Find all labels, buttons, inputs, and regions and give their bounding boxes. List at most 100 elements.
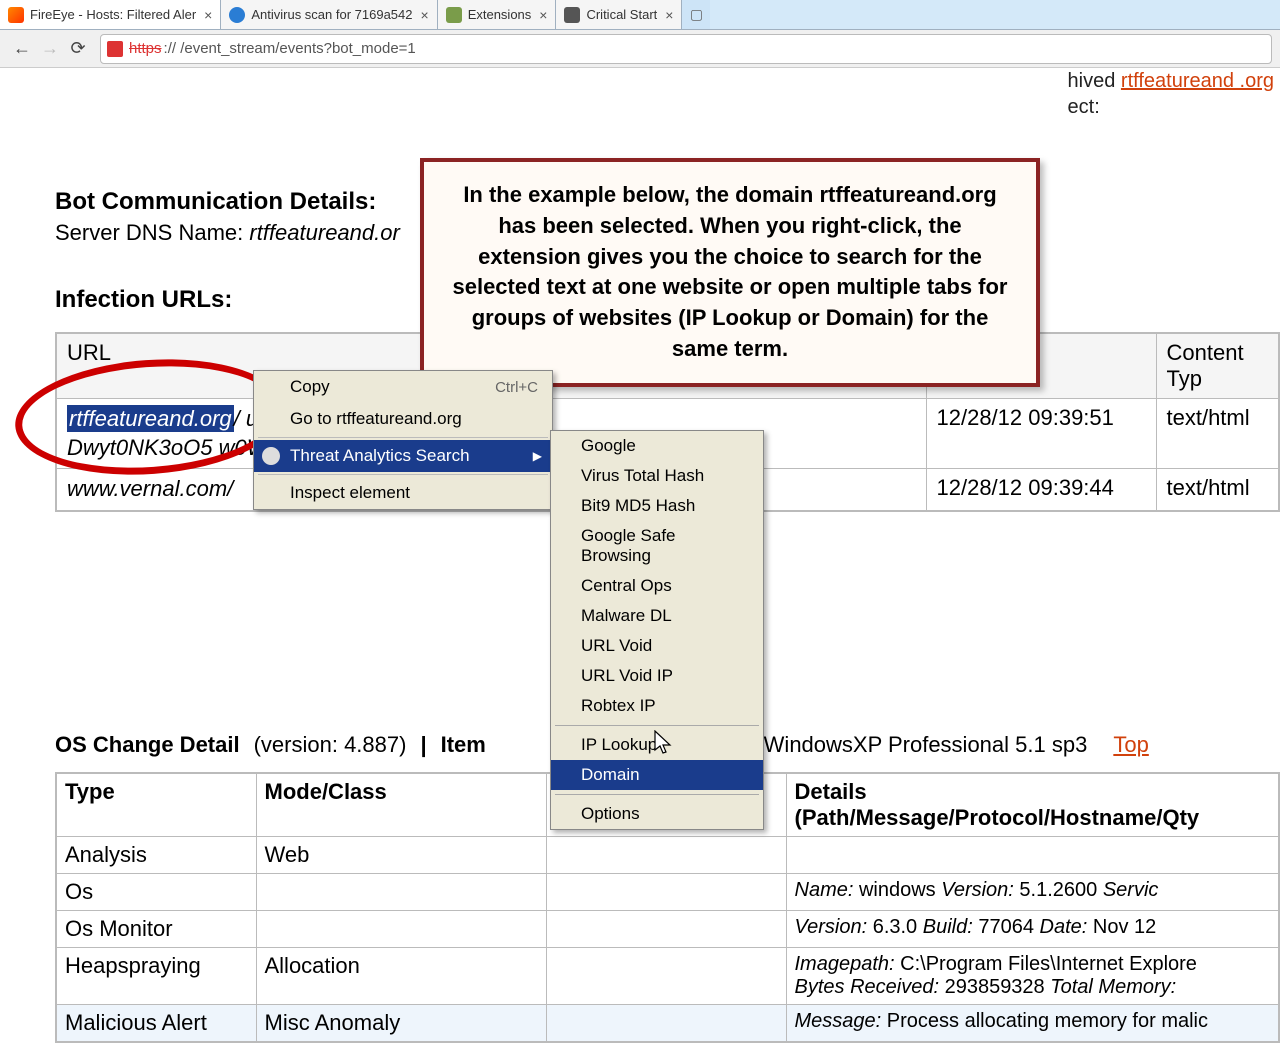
os-change-title: OS Change Detail	[55, 732, 240, 758]
favicon-fireeye	[8, 7, 24, 23]
top-link[interactable]: Top	[1113, 732, 1148, 758]
details-cell: Name: windows Version: 5.1.2600 Servic	[786, 873, 1279, 910]
sub-iplookup[interactable]: IP Lookup	[551, 730, 763, 760]
submenu-arrow-icon: ▶	[533, 449, 542, 463]
back-button[interactable]: ←	[8, 35, 36, 63]
sub-google[interactable]: Google	[551, 431, 763, 461]
ctx-label: Inspect element	[290, 483, 410, 503]
tab-close-icon[interactable]: ×	[665, 7, 673, 23]
occurred-cell: 12/28/12 09:39:44	[926, 469, 1156, 511]
ctx-goto[interactable]: Go to rtffeatureand.org	[254, 403, 552, 435]
browser-tabs: FireEye - Hosts: Filtered Aler × Antivir…	[0, 0, 1280, 30]
ctx-copy[interactable]: Copy Ctrl+C	[254, 371, 552, 403]
type-cell: Os Monitor	[56, 910, 256, 947]
type-cell: Heapspraying	[56, 947, 256, 1004]
mode-cell	[256, 873, 546, 910]
table-row: Os Name: windows Version: 5.1.2600 Servi…	[56, 873, 1279, 910]
table-row: Malicious Alert Misc Anomaly Message: Pr…	[56, 1004, 1279, 1042]
occurred-cell: 12/28/12 09:39:51	[926, 399, 1156, 469]
favicon-virustotal	[229, 7, 245, 23]
tab-virustotal[interactable]: Antivirus scan for 7169a542 ×	[221, 0, 437, 29]
th-details: Details (Path/Message/Protocol/Hostname/…	[786, 773, 1279, 837]
sub-virustotal[interactable]: Virus Total Hash	[551, 461, 763, 491]
table-row: Os Monitor Version: 6.3.0 Build: 77064 D…	[56, 910, 1279, 947]
bar: |	[420, 732, 426, 758]
sub-domain[interactable]: Domain	[551, 760, 763, 790]
ctx-inspect[interactable]: Inspect element	[254, 477, 552, 509]
ctx-label: Go to rtffeatureand.org	[290, 409, 462, 429]
mode-cell	[256, 910, 546, 947]
th-content-type: Content Typ	[1156, 333, 1279, 399]
sub-urlvoid[interactable]: URL Void	[551, 631, 763, 661]
intro-text-1: hived	[1068, 70, 1121, 92]
table-row: Analysis Web	[56, 836, 1279, 873]
intro-text-2: ect:	[1068, 96, 1100, 118]
selected-domain[interactable]: rtffeatureand.org	[67, 405, 234, 432]
sub-separator	[555, 794, 759, 795]
sub-urlvoidip[interactable]: URL Void IP	[551, 661, 763, 691]
th-mode: Mode/Class	[256, 773, 546, 837]
tab-criticalstart[interactable]: Critical Start ×	[556, 0, 682, 29]
spacer-cell	[546, 836, 786, 873]
url-path: :// /event_stream/events?bot_mode=1	[164, 40, 416, 57]
favicon-criticalstart	[564, 7, 580, 23]
dns-label: Server DNS Name:	[55, 220, 249, 245]
tab-title: Extensions	[468, 7, 532, 22]
sub-gsb[interactable]: Google Safe Browsing	[551, 521, 763, 571]
annotation-callout: In the example below, the domain rtffeat…	[420, 158, 1040, 387]
mode-cell: Web	[256, 836, 546, 873]
tab-close-icon[interactable]: ×	[539, 7, 547, 23]
insecure-lock-icon	[107, 41, 123, 57]
details-cell: Message: Process allocating memory for m…	[786, 1004, 1279, 1042]
tab-extensions[interactable]: Extensions ×	[438, 0, 557, 29]
details-cell: Version: 6.3.0 Build: 77064 Date: Nov 12	[786, 910, 1279, 947]
ctx-label: Copy	[290, 377, 330, 397]
ctx-shortcut: Ctrl+C	[495, 379, 538, 396]
mode-cell: Allocation	[256, 947, 546, 1004]
tab-title: Antivirus scan for 7169a542	[251, 7, 412, 22]
sub-robtex[interactable]: Robtex IP	[551, 691, 763, 721]
ctype-cell: text/html	[1156, 399, 1279, 469]
dns-value: rtffeatureand.or	[249, 220, 399, 245]
intro-fragment: hived rtffeatureand .org ect:	[1068, 68, 1274, 120]
favicon-extensions	[446, 7, 462, 23]
new-tab-button[interactable]: ▢	[682, 0, 710, 29]
tab-fireeye[interactable]: FireEye - Hosts: Filtered Aler ×	[0, 0, 221, 29]
item-label: Item	[441, 732, 486, 758]
extension-icon	[262, 447, 280, 465]
type-cell: Os	[56, 873, 256, 910]
tab-title: Critical Start	[586, 7, 657, 22]
os-info: osoft WindowsXP Professional 5.1 sp3	[710, 732, 1087, 758]
sub-malwaredl[interactable]: Malware DL	[551, 601, 763, 631]
context-menu: Copy Ctrl+C Go to rtffeatureand.org Thre…	[253, 370, 553, 510]
ctx-separator	[258, 474, 548, 475]
sub-bit9[interactable]: Bit9 MD5 Hash	[551, 491, 763, 521]
table-row: Heapspraying Allocation Imagepath: C:\Pr…	[56, 947, 1279, 1004]
ctx-label: Threat Analytics Search	[290, 446, 470, 466]
ctx-separator	[258, 437, 548, 438]
nav-bar: ← → ⟳ https :// /event_stream/events?bot…	[0, 30, 1280, 68]
url-protocol: https	[129, 40, 162, 57]
type-cell: Malicious Alert	[56, 1004, 256, 1042]
spacer-cell	[546, 947, 786, 1004]
reload-button[interactable]: ⟳	[64, 35, 92, 63]
os-change-version: (version: 4.887)	[254, 732, 407, 758]
tab-close-icon[interactable]: ×	[204, 7, 212, 23]
spacer-cell	[546, 873, 786, 910]
ctx-threat-analytics[interactable]: Threat Analytics Search ▶	[254, 440, 552, 472]
sub-options[interactable]: Options	[551, 799, 763, 829]
tab-title: FireEye - Hosts: Filtered Aler	[30, 7, 196, 22]
mode-cell: Misc Anomaly	[256, 1004, 546, 1042]
tab-close-icon[interactable]: ×	[421, 7, 429, 23]
sub-centralops[interactable]: Central Ops	[551, 571, 763, 601]
spacer-cell	[546, 910, 786, 947]
forward-button[interactable]: →	[36, 35, 64, 63]
spacer-cell	[546, 1004, 786, 1042]
th-type: Type	[56, 773, 256, 837]
ctype-cell: text/html	[1156, 469, 1279, 511]
url-bar[interactable]: https :// /event_stream/events?bot_mode=…	[100, 34, 1272, 64]
sub-separator	[555, 725, 759, 726]
threat-submenu: Google Virus Total Hash Bit9 MD5 Hash Go…	[550, 430, 764, 830]
details-cell: Imagepath: C:\Program Files\Internet Exp…	[786, 947, 1279, 1004]
intro-link[interactable]: rtffeatureand .org	[1121, 70, 1274, 92]
